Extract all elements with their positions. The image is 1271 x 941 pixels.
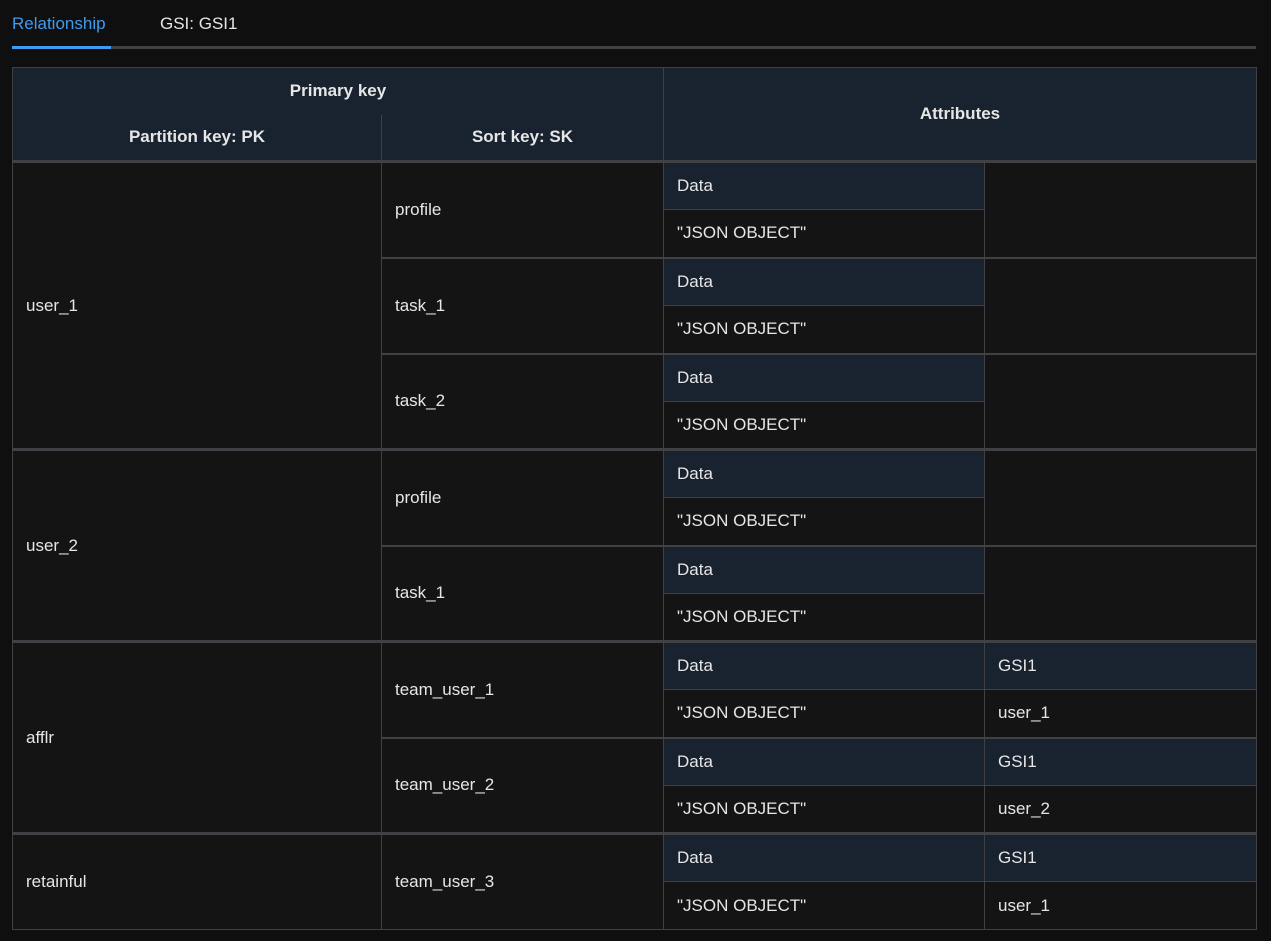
attribute-value-cell[interactable]: "JSON OBJECT" [663,593,985,642]
sort-key-cell[interactable]: profile [381,160,664,258]
attribute-value-cell[interactable]: "JSON OBJECT" [663,497,985,546]
attribute-value-cell[interactable]: user_1 [984,881,1257,930]
sort-key-cell[interactable]: team_user_2 [381,736,664,834]
tab-gsi1[interactable]: GSI: GSI1 [160,14,237,49]
attribute-name-cell[interactable]: GSI1 [984,832,1257,882]
partition-key-cell[interactable]: user_1 [12,160,382,450]
empty-attribute-cell [984,352,1257,450]
attribute-name-cell[interactable]: Data [663,160,985,210]
sort-key-cell[interactable]: team_user_3 [381,832,664,930]
tab-relationship[interactable]: Relationship [12,14,111,49]
empty-attribute-cell [984,256,1257,354]
attribute-name-cell[interactable]: Data [663,736,985,786]
attribute-name-cell[interactable]: Data [663,640,985,690]
partition-key-header: Partition key: PK [12,114,382,162]
sort-key-cell[interactable]: profile [381,448,664,546]
attribute-name-cell[interactable]: GSI1 [984,640,1257,690]
attribute-value-cell[interactable]: "JSON OBJECT" [663,401,985,450]
attribute-value-cell[interactable]: "JSON OBJECT" [663,305,985,354]
attribute-name-cell[interactable]: Data [663,256,985,306]
sort-key-cell[interactable]: task_2 [381,352,664,450]
sort-key-cell[interactable]: task_1 [381,256,664,354]
partition-key-cell[interactable]: afflr [12,640,382,834]
attribute-name-cell[interactable]: Data [663,352,985,402]
data-model-table: Primary key Attributes Partition key: PK… [12,67,1257,930]
attribute-value-cell[interactable]: user_2 [984,785,1257,834]
attribute-value-cell[interactable]: "JSON OBJECT" [663,785,985,834]
attribute-name-cell[interactable]: GSI1 [984,736,1257,786]
sort-key-cell[interactable]: task_1 [381,544,664,642]
attribute-name-cell[interactable]: Data [663,544,985,594]
partition-key-cell[interactable]: user_2 [12,448,382,642]
attribute-value-cell[interactable]: "JSON OBJECT" [663,689,985,738]
empty-attribute-cell [984,160,1257,258]
attribute-value-cell[interactable]: "JSON OBJECT" [663,881,985,930]
attribute-name-cell[interactable]: Data [663,832,985,882]
primary-key-header: Primary key [12,67,664,115]
attributes-header: Attributes [663,67,1257,162]
tab-bar: Relationship GSI: GSI1 [12,0,1256,49]
attribute-name-cell[interactable]: Data [663,448,985,498]
partition-key-cell[interactable]: retainful [12,832,382,930]
sort-key-cell[interactable]: team_user_1 [381,640,664,738]
empty-attribute-cell [984,544,1257,642]
attribute-value-cell[interactable]: "JSON OBJECT" [663,209,985,258]
empty-attribute-cell [984,448,1257,546]
attribute-value-cell[interactable]: user_1 [984,689,1257,738]
sort-key-header: Sort key: SK [381,114,664,162]
